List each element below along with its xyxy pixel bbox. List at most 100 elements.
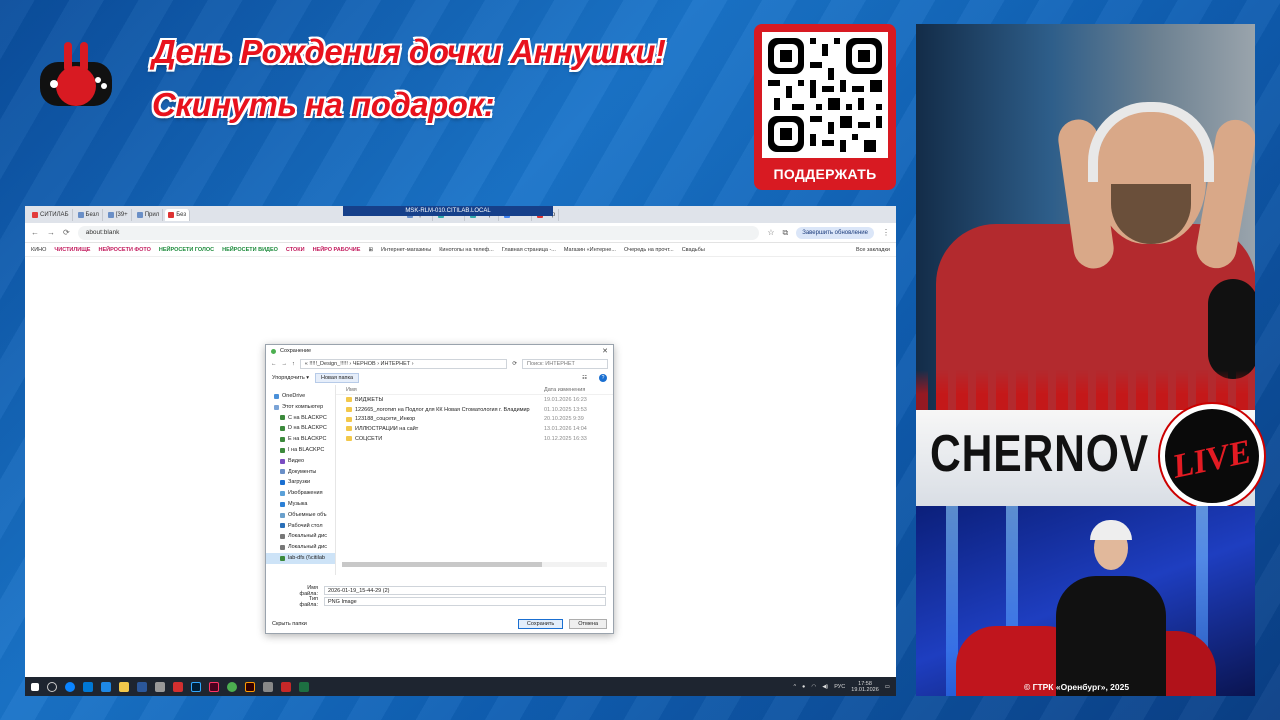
nav-item[interactable]: D на BLACKPC: [266, 423, 335, 434]
filetype-select[interactable]: PNG Image: [324, 597, 606, 606]
photoshop-icon[interactable]: [191, 681, 201, 692]
address-input[interactable]: about:blank: [77, 225, 760, 240]
nav-item[interactable]: C на BLACKPC: [266, 413, 335, 424]
excel-icon[interactable]: [299, 681, 309, 692]
save-button[interactable]: Сохранить: [517, 619, 564, 629]
clock[interactable]: 17:58 19.01.2026: [851, 681, 879, 693]
file-row[interactable]: ВИДЖЕТЫ 19.01.2026 16:23: [336, 395, 613, 405]
close-icon[interactable]: ✕: [602, 347, 608, 355]
bookmark-item[interactable]: Магазин «Интерне...: [564, 247, 616, 253]
refresh-icon[interactable]: ⟳: [512, 361, 517, 367]
notification-icon[interactable]: ▭: [885, 684, 890, 690]
dialog-title: Сохранение: [280, 348, 312, 354]
store-icon[interactable]: [101, 681, 111, 692]
nav-item[interactable]: Видео: [266, 456, 335, 467]
bookmark-item[interactable]: КИНО: [31, 247, 46, 253]
remote-session-bar[interactable]: MSK-RLM-010.CITILAB.LOCAL: [343, 206, 553, 216]
qr-support-box[interactable]: ПОДДЕРЖАТЬ: [754, 24, 896, 190]
chrome-icon[interactable]: [227, 681, 237, 692]
extensions-icon[interactable]: ⧉: [783, 228, 789, 238]
star-icon[interactable]: ☆: [767, 228, 774, 237]
search-icon[interactable]: [47, 681, 57, 692]
edge-icon[interactable]: [65, 681, 75, 692]
browser-tab-active[interactable]: Без: [165, 208, 191, 221]
filename-input[interactable]: 2026-01-19_15-44-29 (2): [324, 586, 606, 595]
cancel-button[interactable]: Отмена: [569, 619, 607, 629]
back-icon[interactable]: ←: [271, 361, 277, 367]
path-breadcrumb[interactable]: « !!!!!_Design_!!!!! › ЧЕРНОВ › ИНТЕРНЕТ…: [299, 359, 508, 369]
forward-icon[interactable]: →: [282, 361, 288, 367]
bookmark-item[interactable]: НЕЙРОСЕТИ ГОЛОС: [159, 247, 214, 253]
view-icon[interactable]: ☷: [582, 375, 587, 381]
bookmark-item[interactable]: Интернет-магазины: [381, 247, 431, 253]
nav-pane[interactable]: OneDrive Этот компьютер C на BLACKPC D н…: [266, 385, 336, 575]
nav-item[interactable]: Объемные объ: [266, 510, 335, 521]
wifi-icon[interactable]: ◠: [811, 684, 816, 690]
language-indicator[interactable]: РУС: [834, 684, 845, 690]
nav-label: Объемные объ: [288, 511, 327, 518]
bookmark-item[interactable]: НЕЙРОСЕТИ ВИДЕО: [222, 247, 278, 253]
back-icon[interactable]: ←: [31, 228, 39, 237]
outlook-icon[interactable]: [83, 681, 93, 692]
illustrator-icon[interactable]: [245, 681, 255, 692]
bookmark-item[interactable]: НЕЙРОСЕТИ ФОТО: [98, 247, 150, 253]
file-row[interactable]: 123188_соцсети_Инкор 20.10.2025 9:39: [336, 414, 613, 424]
file-row[interactable]: СОЦСЕТИ 10.12.2025 16:33: [336, 434, 613, 444]
explorer-icon[interactable]: [119, 681, 129, 692]
new-folder-button[interactable]: Новая папка: [315, 372, 360, 383]
column-name[interactable]: Имя: [346, 387, 544, 393]
app-icon[interactable]: [155, 681, 165, 692]
column-date[interactable]: Дата изменения: [544, 387, 604, 393]
hide-folders-toggle[interactable]: Скрыть папки: [272, 621, 307, 627]
search-input[interactable]: Поиск: ИНТЕРНЕТ: [522, 359, 608, 369]
bookmark-item[interactable]: Очередь на прочт...: [624, 247, 674, 253]
bookmark-item[interactable]: ЧИСТИЛИЩЕ: [54, 247, 90, 253]
nav-item[interactable]: Документы: [266, 467, 335, 478]
bookmark-item[interactable]: Главная страница -...: [502, 247, 556, 253]
forward-icon[interactable]: →: [47, 228, 55, 237]
word-icon[interactable]: [137, 681, 147, 692]
horizontal-scrollbar[interactable]: [342, 562, 607, 567]
all-bookmarks[interactable]: Все закладки: [856, 247, 890, 253]
nav-item-selected[interactable]: lab-dfs (\\citilab: [266, 552, 335, 564]
reload-icon[interactable]: ⟳: [63, 228, 70, 237]
nav-item[interactable]: Рабочий стол: [266, 521, 335, 532]
nav-label: Музыка: [288, 500, 308, 507]
nav-item[interactable]: I на BLACKPC: [266, 445, 335, 456]
up-icon[interactable]: ↑: [292, 361, 295, 367]
nav-item[interactable]: Локальный дис: [266, 542, 335, 553]
help-icon[interactable]: ?: [599, 373, 607, 382]
file-list[interactable]: Имя Дата изменения ВИДЖЕТЫ 19.01.2026 16:…: [336, 385, 613, 575]
nav-item[interactable]: E на BLACKPC: [266, 434, 335, 445]
nav-item[interactable]: Музыка: [266, 499, 335, 510]
volume-icon[interactable]: ◀): [822, 684, 828, 690]
update-button[interactable]: Завершить обновление: [796, 226, 874, 239]
app-icon[interactable]: [263, 681, 273, 692]
dialog-footer: Скрыть папки Сохранить Отмена: [266, 615, 613, 633]
scrollbar-thumb[interactable]: [342, 562, 542, 567]
nav-item[interactable]: Локальный дис: [266, 531, 335, 542]
nav-item[interactable]: OneDrive: [266, 391, 335, 402]
bookmark-item[interactable]: Кинотопы на телеф...: [439, 247, 494, 253]
bookmark-item[interactable]: СТОКИ: [286, 247, 305, 253]
apps-grid-icon[interactable]: ⊞: [368, 247, 373, 253]
browser-tab[interactable]: Прил: [134, 208, 164, 221]
acrobat-icon[interactable]: [173, 681, 183, 692]
browser-tab[interactable]: Безл: [75, 208, 103, 221]
tray-icon[interactable]: ●: [802, 684, 805, 690]
file-row[interactable]: 122665_логотип на Подлог для КК Новая Ст…: [336, 405, 613, 415]
browser-tab[interactable]: СИТИЛАБ: [29, 208, 73, 221]
bookmark-item[interactable]: Свадьбы: [682, 247, 705, 253]
file-row[interactable]: ИЛЛЮСТРАЦИИ на сайт 13.01.2026 14:04: [336, 424, 613, 434]
menu-icon[interactable]: ⋮: [882, 228, 890, 237]
nav-item[interactable]: Этот компьютер: [266, 402, 335, 413]
organize-button[interactable]: Упорядочить ▾: [272, 375, 309, 381]
start-icon[interactable]: [31, 682, 39, 691]
nav-item[interactable]: Изображения: [266, 488, 335, 499]
nav-item[interactable]: Загрузки: [266, 477, 335, 488]
bookmark-item[interactable]: НЕЙРО РАБОЧИЕ: [313, 247, 361, 253]
chevron-up-icon[interactable]: ^: [793, 684, 796, 690]
indesign-icon[interactable]: [209, 681, 219, 692]
browser-tab[interactable]: [39+: [105, 208, 132, 221]
app-icon[interactable]: [281, 681, 291, 692]
